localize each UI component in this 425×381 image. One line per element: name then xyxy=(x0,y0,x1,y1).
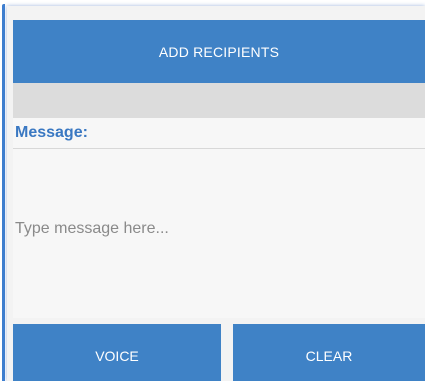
message-panel: Message: xyxy=(13,118,425,318)
action-bar: VOICE CLEAR xyxy=(13,324,425,381)
add-recipients-button[interactable]: ADD RECIPIENTS xyxy=(13,20,425,83)
compose-screen: ADD RECIPIENTS Message: VOICE CLEAR xyxy=(7,6,425,381)
voice-button[interactable]: VOICE xyxy=(13,324,221,381)
clear-button[interactable]: CLEAR xyxy=(233,324,425,381)
recipients-list[interactable] xyxy=(13,83,425,118)
app-window: ADD RECIPIENTS Message: VOICE CLEAR xyxy=(0,0,425,381)
message-input[interactable] xyxy=(13,150,425,316)
divider xyxy=(13,148,425,149)
message-label: Message: xyxy=(15,124,88,141)
